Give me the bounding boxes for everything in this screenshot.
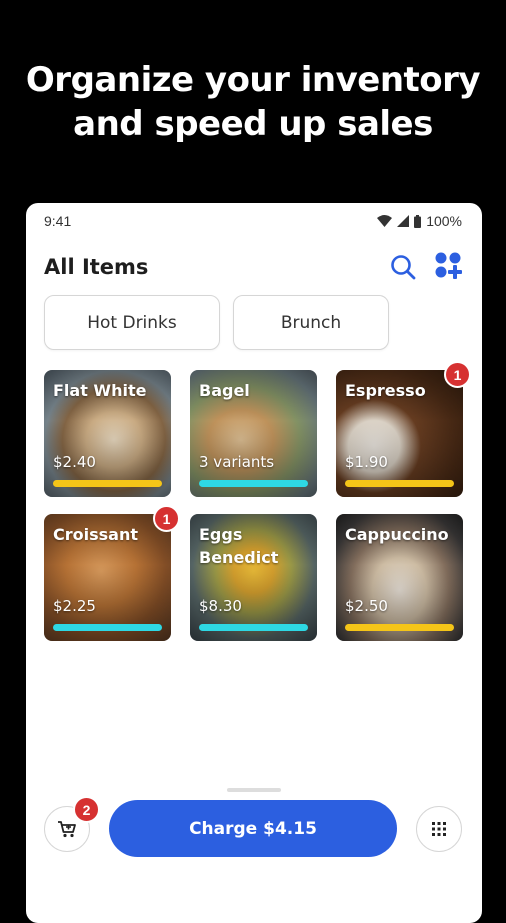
cart-icon	[58, 821, 76, 838]
wifi-icon	[377, 215, 393, 227]
add-item-button[interactable]	[434, 251, 464, 281]
item-color-bar	[199, 480, 308, 487]
item-color-bar	[345, 480, 454, 487]
item-name: Bagel	[199, 381, 250, 400]
status-time: 9:41	[44, 213, 72, 229]
battery-icon	[414, 214, 422, 228]
item-color-bar	[53, 624, 162, 631]
item-name: Eggs Benedict	[199, 525, 279, 567]
item-price: $8.30	[199, 597, 242, 615]
search-icon	[391, 255, 416, 280]
category-hot-drinks[interactable]: Hot Drinks	[44, 295, 220, 350]
item-color-bar	[199, 624, 308, 631]
category-brunch[interactable]: Brunch	[233, 295, 389, 350]
headline-line-2: and speed up sales	[73, 104, 433, 144]
item-price: $1.90	[345, 453, 388, 471]
item-name: Croissant	[53, 525, 138, 544]
item-color-bar	[345, 624, 454, 631]
headline-line-1: Organize your inventory	[25, 60, 481, 100]
item-tile-bagel[interactable]: Bagel 3 variants	[190, 370, 317, 497]
item-tile-croissant[interactable]: Croissant $2.25	[44, 514, 171, 641]
croissant-count-badge: 1	[153, 505, 180, 532]
item-name: Cappuccino	[345, 525, 449, 544]
headline: Organize your inventory and speed up sal…	[0, 58, 506, 146]
item-color-bar	[53, 480, 162, 487]
add-grid-icon	[435, 252, 462, 279]
status-bar: 9:41 100%	[44, 211, 462, 231]
item-price: $2.50	[345, 597, 388, 615]
item-price: $2.40	[53, 453, 96, 471]
bottom-sheet-handle[interactable]	[227, 788, 281, 792]
espresso-count-badge: 1	[444, 361, 471, 388]
item-price: 3 variants	[199, 453, 275, 471]
status-icons: 100%	[377, 213, 462, 229]
phone-screen: 9:41 100% All Items Hot Drinks Brunch Fl…	[26, 203, 482, 923]
keypad-icon	[432, 822, 446, 836]
signal-icon	[397, 215, 410, 227]
item-name: Espresso	[345, 381, 426, 400]
search-button[interactable]	[389, 253, 417, 281]
item-name: Flat White	[53, 381, 147, 400]
item-tile-espresso[interactable]: Espresso $1.90	[336, 370, 463, 497]
cart-count-badge: 2	[73, 796, 100, 823]
charge-button[interactable]: Charge $4.15	[109, 800, 397, 857]
item-tile-flat-white[interactable]: Flat White $2.40	[44, 370, 171, 497]
keypad-button[interactable]	[416, 806, 462, 852]
page-title: All Items	[44, 255, 149, 279]
battery-percent: 100%	[426, 213, 462, 229]
item-tile-eggs-benedict[interactable]: Eggs Benedict $8.30	[190, 514, 317, 641]
item-price: $2.25	[53, 597, 96, 615]
item-tile-cappuccino[interactable]: Cappuccino $2.50	[336, 514, 463, 641]
